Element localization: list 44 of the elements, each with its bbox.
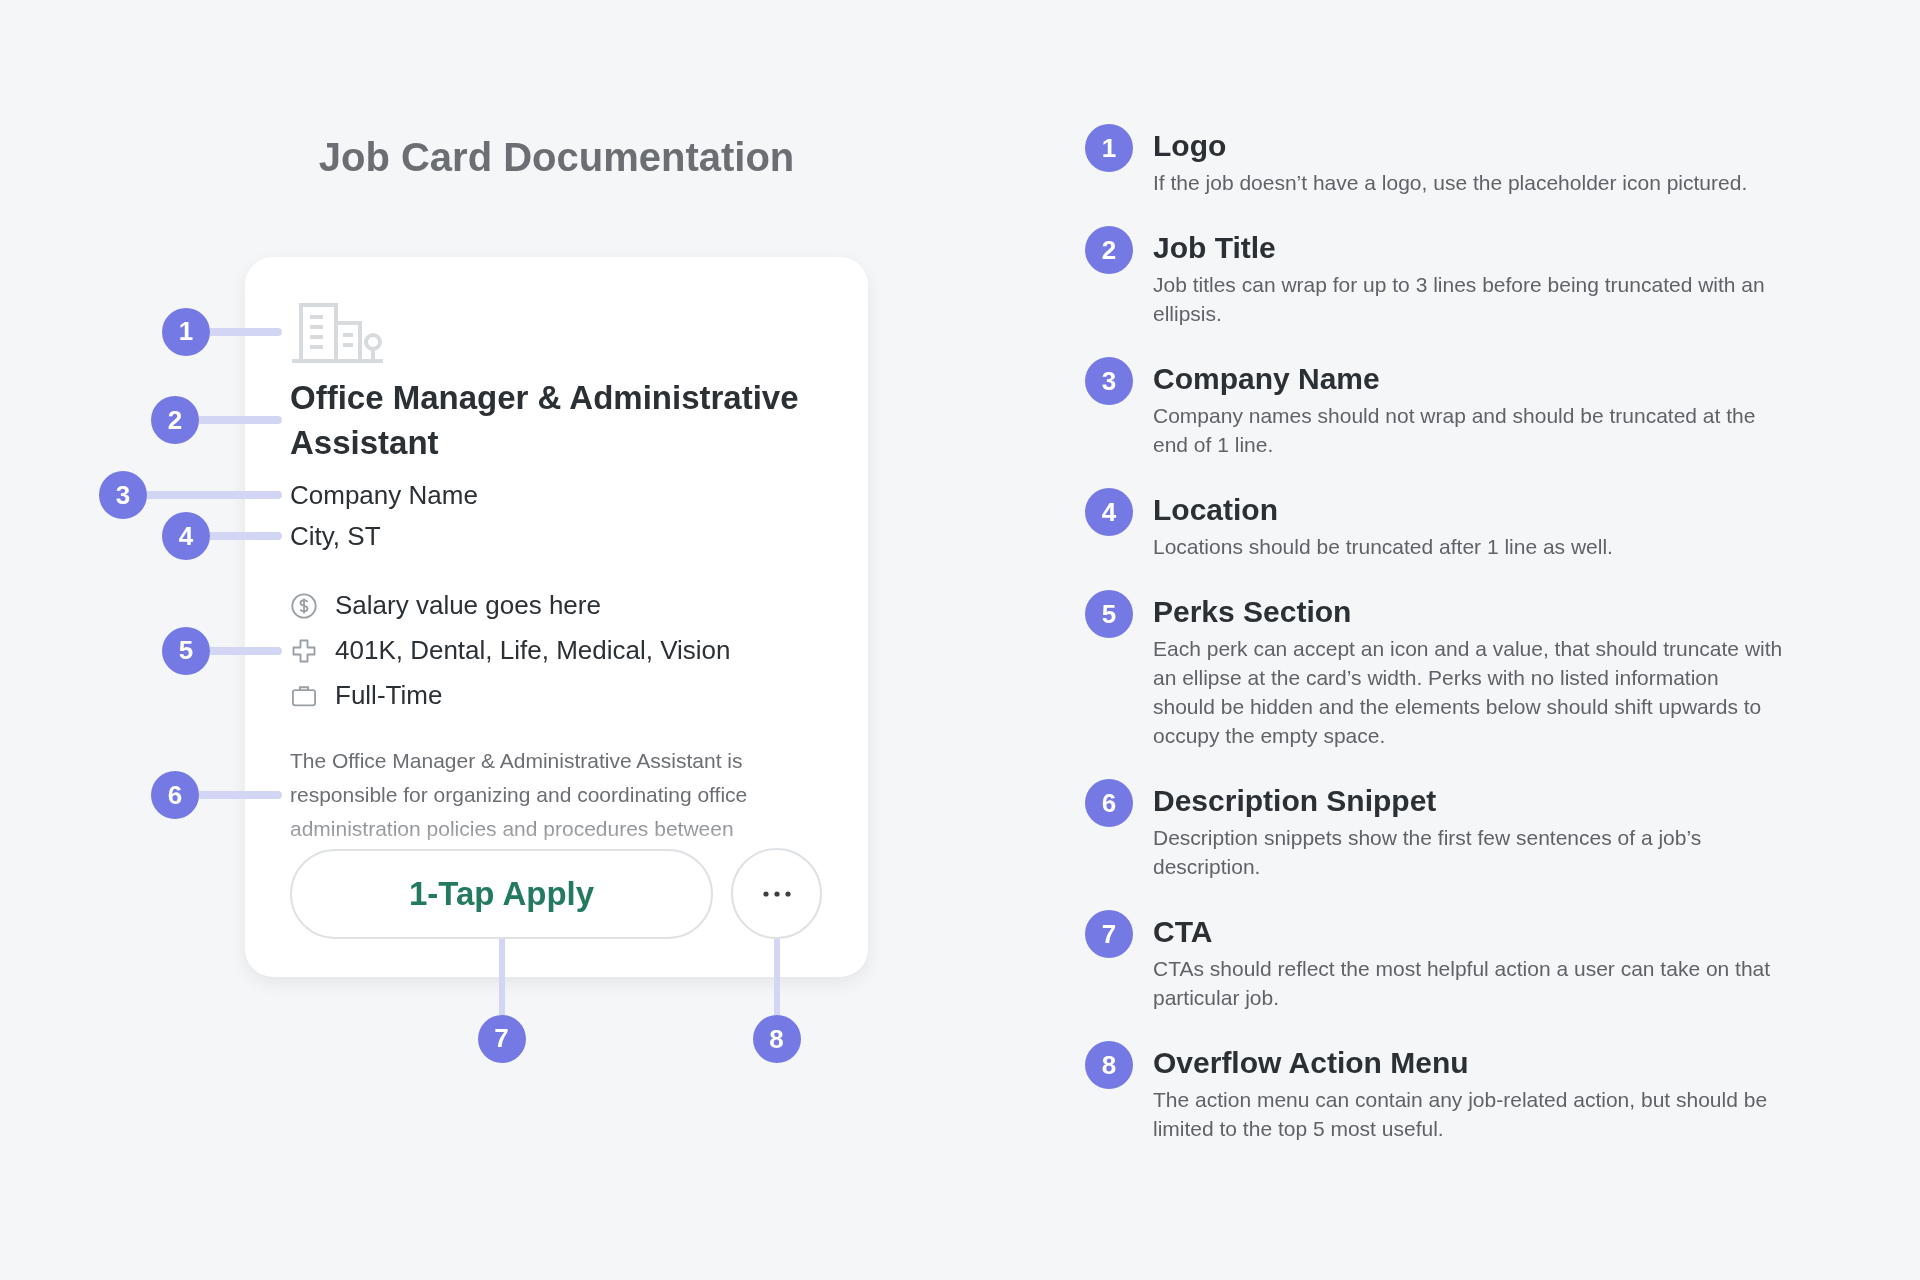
note-text: The action menu can contain any job-related action, but should be limited to the top 5 most useful.: [1153, 1087, 1769, 1142]
number-badge: 3: [99, 471, 147, 519]
perk-text: Full-Time: [335, 679, 443, 712]
number-badge: 4: [162, 512, 210, 560]
note-heading: Description Snippet: [1153, 783, 1438, 819]
number-badge: 7: [477, 1014, 526, 1063]
number-badge: 3: [1085, 357, 1133, 405]
note-heading: Job Title: [1153, 230, 1277, 266]
number-badge: 2: [151, 396, 199, 444]
apply-button[interactable]: 1-Tap Apply: [290, 848, 713, 939]
number-badge: 6: [1085, 779, 1133, 827]
number-badge: 1: [1085, 124, 1133, 172]
perk-text: Salary value goes here: [335, 589, 601, 622]
note-text: Company names should not wrap and should be truncated at the end of 1 line.: [1153, 403, 1757, 458]
number-badge: 5: [162, 626, 210, 675]
note-text: If the job doesn’t have a logo, use the placeholder icon pictured.: [1153, 170, 1749, 196]
note-text: Each perk can accept an icon and a value, that should truncate with an ellipse at the card’s width. Perks with no listed information should be hidden and the elements below should shift upwards to occupy the empty space.: [1153, 636, 1783, 749]
description-snippet: The Office Manager & Administrative Assistant is responsible for organizing and coordinating office administration policies and procedures between: [290, 748, 749, 842]
dollar-icon: [290, 591, 318, 620]
note-heading: CTA: [1153, 914, 1214, 950]
location: City, ST: [290, 520, 381, 553]
number-badge: 8: [1085, 1041, 1133, 1089]
building-icon: [290, 300, 385, 363]
note-heading: Logo: [1153, 128, 1228, 164]
number-badge: 1: [162, 307, 210, 356]
number-badge: 2: [1085, 226, 1133, 274]
perk-text: 401K, Dental, Life, Medical, Vision: [335, 634, 731, 667]
note-text: CTAs should reflect the most helpful action a user can take on that particular job.: [1153, 956, 1772, 1011]
number-badge: 8: [752, 1015, 801, 1063]
note-heading: Perks Section: [1153, 594, 1353, 630]
number-badge: 6: [151, 771, 199, 819]
note-text: Job titles can wrap for up to 3 lines before being truncated with an ellipsis.: [1153, 272, 1766, 327]
number-badge: 7: [1085, 910, 1133, 958]
note-heading: Company Name: [1153, 361, 1381, 397]
note-text: Description snippets show the first few sentences of a job’s description.: [1153, 825, 1703, 880]
number-badge: 4: [1085, 488, 1133, 536]
note-heading: Location: [1153, 492, 1279, 528]
page-title: Job Card Documentation: [317, 134, 796, 181]
more-icon: [762, 890, 791, 897]
note-text: Locations should be truncated after 1 line as well.: [1153, 534, 1614, 560]
company-name: Company Name: [290, 479, 478, 512]
number-badge: 5: [1085, 590, 1133, 638]
job-title: Office Manager & Administrative Assistant: [290, 378, 800, 463]
note-heading: Overflow Action Menu: [1153, 1045, 1470, 1081]
